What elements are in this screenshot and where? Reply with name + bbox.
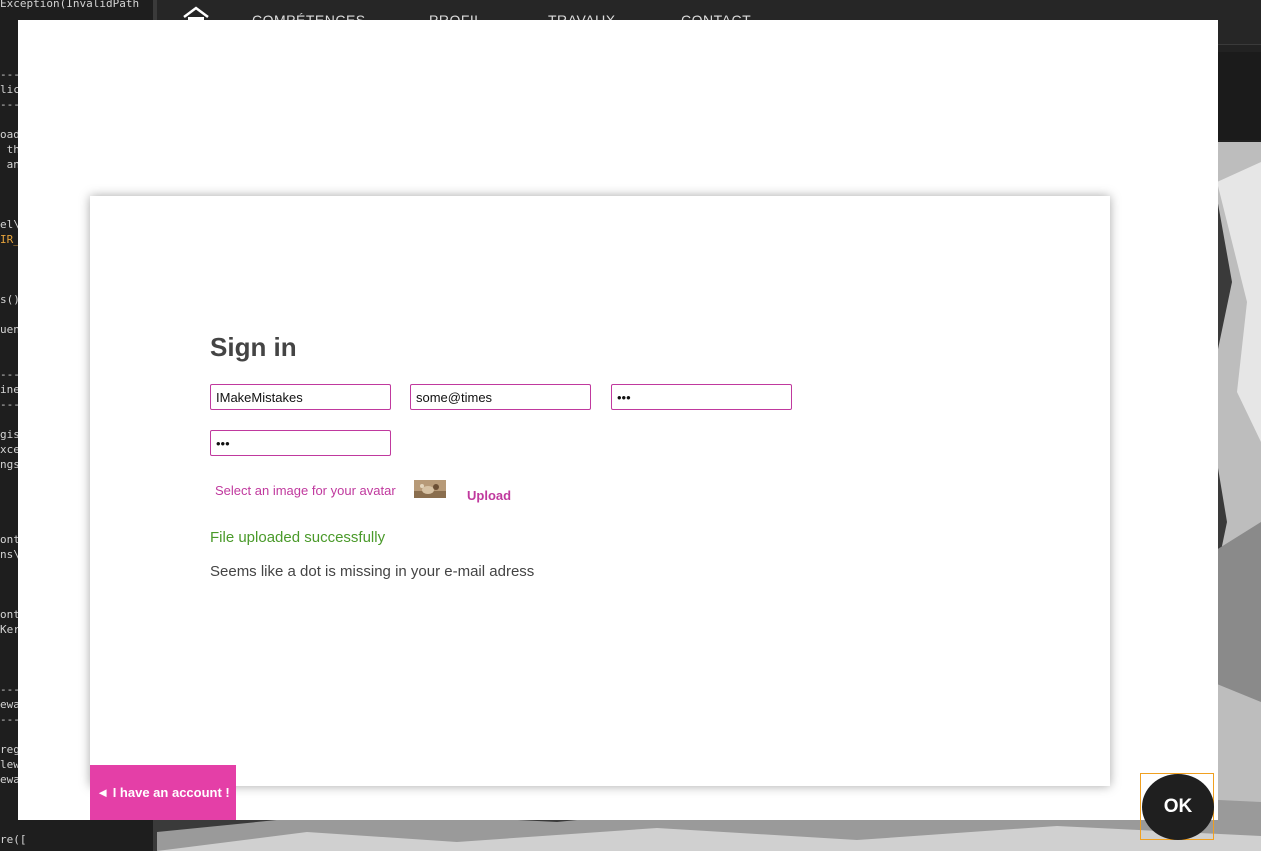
code-line: ns\ bbox=[0, 548, 20, 561]
signin-overlay: Sign in Select an image for your avatar … bbox=[18, 20, 1218, 840]
code-line: ewa bbox=[0, 698, 20, 711]
code-line: --- bbox=[0, 98, 20, 111]
code-line: --- bbox=[0, 713, 20, 726]
code-line: --- bbox=[0, 368, 20, 381]
avatar-preview-image bbox=[414, 480, 446, 498]
code-line: uen bbox=[0, 323, 20, 336]
username-field[interactable] bbox=[210, 384, 391, 410]
code-line: ont bbox=[0, 533, 20, 546]
code-line: xce bbox=[0, 443, 20, 456]
upload-button[interactable]: Upload bbox=[467, 488, 511, 503]
have-account-button[interactable]: ◄ I have an account ! bbox=[90, 765, 236, 820]
code-line: s() bbox=[0, 293, 20, 306]
code-line: Ker bbox=[0, 623, 20, 636]
code-line: gis bbox=[0, 428, 20, 441]
code-line: --- bbox=[0, 683, 20, 696]
code-line: --- bbox=[0, 398, 20, 411]
code-line: oad bbox=[0, 128, 20, 141]
signin-card: Sign in Select an image for your avatar … bbox=[90, 196, 1214, 840]
code-line: --- bbox=[0, 68, 20, 81]
code-line: re([ bbox=[0, 833, 27, 846]
code-line: an bbox=[0, 158, 20, 171]
code-line: lic bbox=[0, 83, 20, 96]
code-line: ngs bbox=[0, 458, 20, 471]
code-line: el\ bbox=[0, 218, 20, 231]
code-line: lew bbox=[0, 758, 20, 771]
code-line: reg bbox=[0, 743, 20, 756]
ok-button[interactable]: OK bbox=[1142, 774, 1214, 840]
avatar-select-label[interactable]: Select an image for your avatar bbox=[215, 483, 396, 498]
code-line: ewa bbox=[0, 773, 20, 786]
code-line: Exception(InvalidPath bbox=[0, 0, 140, 10]
code-line: th bbox=[0, 143, 20, 156]
email-error-message: Seems like a dot is missing in your e-ma… bbox=[210, 563, 535, 580]
code-line: IR_ bbox=[0, 233, 20, 246]
code-line: ont bbox=[0, 608, 20, 621]
password-field[interactable] bbox=[611, 384, 792, 410]
code-line: ine bbox=[0, 383, 20, 396]
upload-success-message: File uploaded successfully bbox=[210, 529, 386, 546]
page-title: Sign in bbox=[210, 332, 297, 362]
email-field[interactable] bbox=[410, 384, 591, 410]
password-confirm-field[interactable] bbox=[210, 430, 391, 456]
